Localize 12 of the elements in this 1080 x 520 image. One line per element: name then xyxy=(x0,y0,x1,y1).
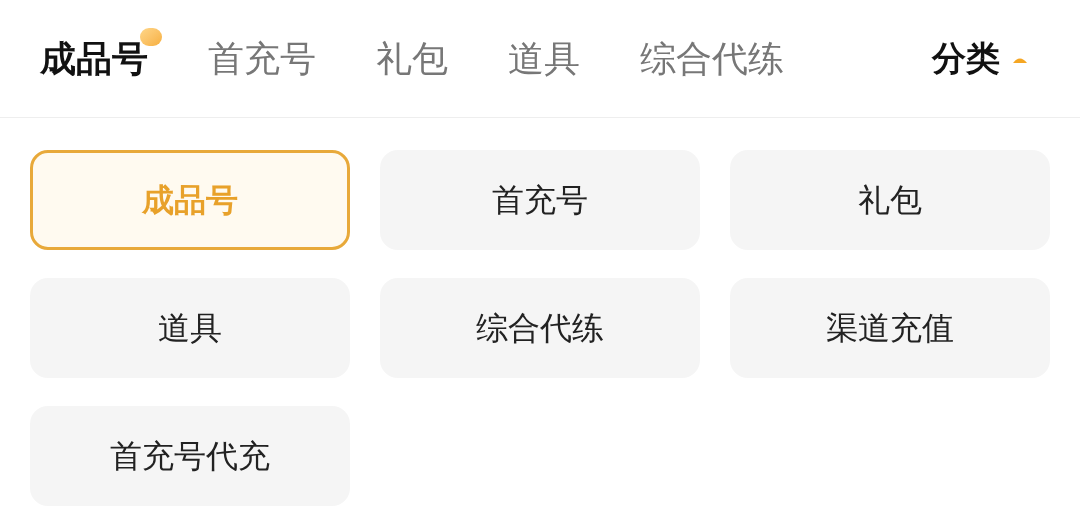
category-chip[interactable]: 首充号代充 xyxy=(30,406,350,506)
tab[interactable]: 综合代练 xyxy=(640,31,784,86)
tab[interactable]: 道具 xyxy=(508,31,580,86)
tab[interactable]: 首充号 xyxy=(208,31,316,86)
category-chip[interactable]: 综合代练 xyxy=(380,278,700,378)
category-chip[interactable]: 道具 xyxy=(30,278,350,378)
tab[interactable]: 礼包 xyxy=(376,31,448,86)
tab[interactable]: 成品号 xyxy=(40,25,162,86)
category-chip[interactable]: 渠道充值 xyxy=(730,278,1050,378)
category-chip[interactable]: 首充号 xyxy=(380,150,700,250)
category-toggle[interactable]: 分类 xyxy=(932,33,1028,84)
category-chip[interactable]: 礼包 xyxy=(730,150,1050,250)
